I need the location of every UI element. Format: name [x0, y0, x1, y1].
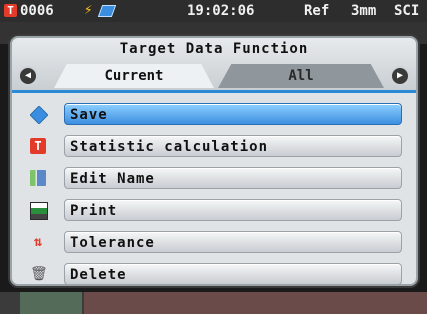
printer-icon	[30, 202, 48, 220]
target-data-function-dialog: Target Data Function ◀ Current All ▶ Sav…	[10, 36, 418, 286]
tolerance-button[interactable]: Tolerance	[64, 231, 402, 253]
footer-segment	[20, 292, 82, 314]
screen: T 0006 ⚡ 19:02:06 Ref 3mm SCI Target Dat…	[0, 0, 427, 314]
sample-id: 0006	[20, 3, 54, 19]
ref-label: Ref	[304, 3, 330, 19]
delete-button[interactable]: Delete	[64, 263, 402, 285]
status-bar: T 0006 ⚡ 19:02:06 Ref 3mm SCI	[0, 0, 427, 22]
aperture-label: 3mm	[351, 3, 377, 19]
statistic-calculation-button[interactable]: Statistic calculation	[64, 135, 402, 157]
dialog-header: Target Data Function ◀ Current All ▶	[12, 38, 416, 93]
menu-item-edit-name[interactable]: Edit Name	[24, 164, 406, 196]
tag-icon	[29, 105, 49, 125]
mode-label: SCI	[394, 3, 420, 19]
tab-current[interactable]: Current	[54, 64, 214, 88]
target-icon: T	[4, 4, 17, 17]
edit-name-button[interactable]: Edit Name	[64, 167, 402, 189]
edit-name-icon	[30, 170, 46, 186]
menu-item-delete[interactable]: 🗑 Delete	[24, 260, 406, 292]
tab-next-button[interactable]: ▶	[390, 66, 410, 86]
save-button[interactable]: Save	[64, 103, 402, 125]
trash-icon: 🗑	[30, 266, 48, 282]
t-icon: T	[30, 138, 46, 154]
tab-prev-button[interactable]: ◀	[18, 66, 38, 86]
tag-icon	[97, 5, 117, 17]
tolerance-icon: ⇅	[33, 234, 43, 250]
background-footer	[0, 290, 427, 314]
menu-item-print[interactable]: Print	[24, 196, 406, 228]
clock-time: 19:02:06	[187, 3, 255, 19]
tab-all[interactable]: All	[218, 64, 384, 88]
footer-segment	[84, 292, 427, 314]
menu-item-save[interactable]: Save	[24, 100, 406, 132]
print-button[interactable]: Print	[64, 199, 402, 221]
power-icon: ⚡	[84, 2, 93, 18]
function-menu: Save T Statistic calculation Edit Name P…	[24, 100, 406, 292]
menu-item-statistic[interactable]: T Statistic calculation	[24, 132, 406, 164]
dialog-title: Target Data Function	[119, 41, 309, 57]
menu-item-tolerance[interactable]: ⇅ Tolerance	[24, 228, 406, 260]
